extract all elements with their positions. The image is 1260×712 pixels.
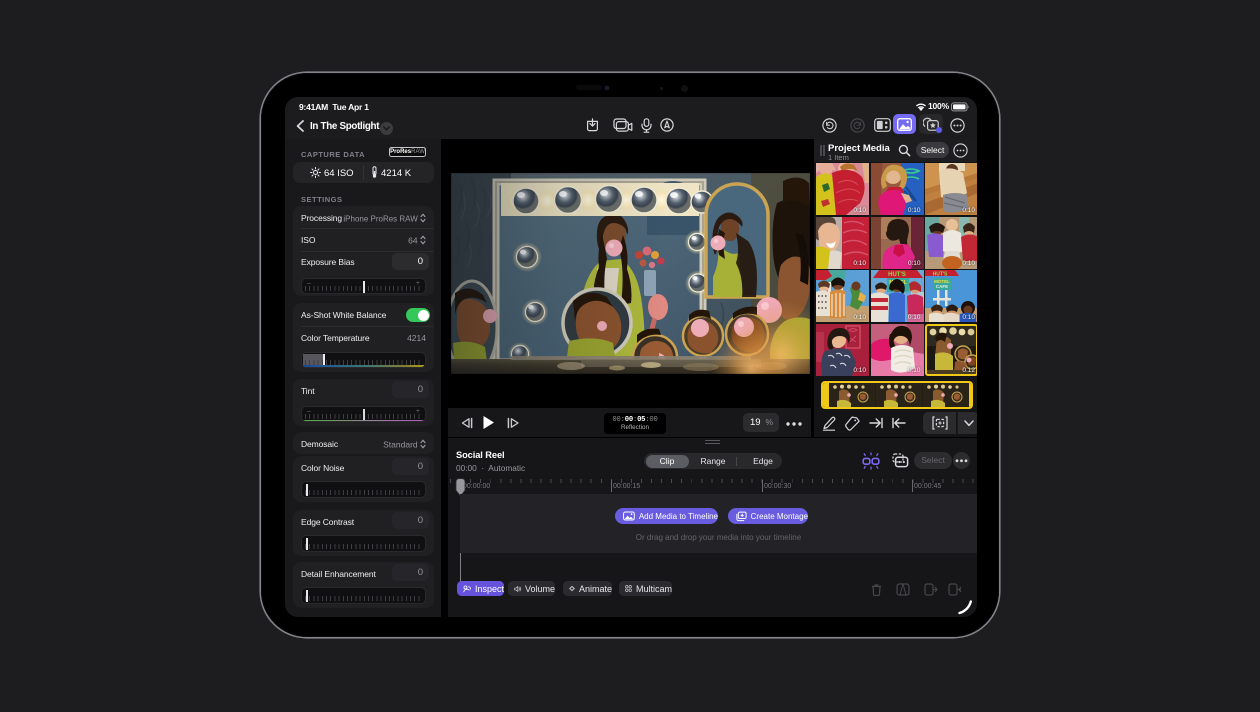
svg-text:CAFE: CAFE	[936, 284, 948, 289]
svg-text:HUT'S: HUT'S	[933, 272, 948, 278]
svg-text:HUT'S: HUT'S	[888, 272, 906, 278]
